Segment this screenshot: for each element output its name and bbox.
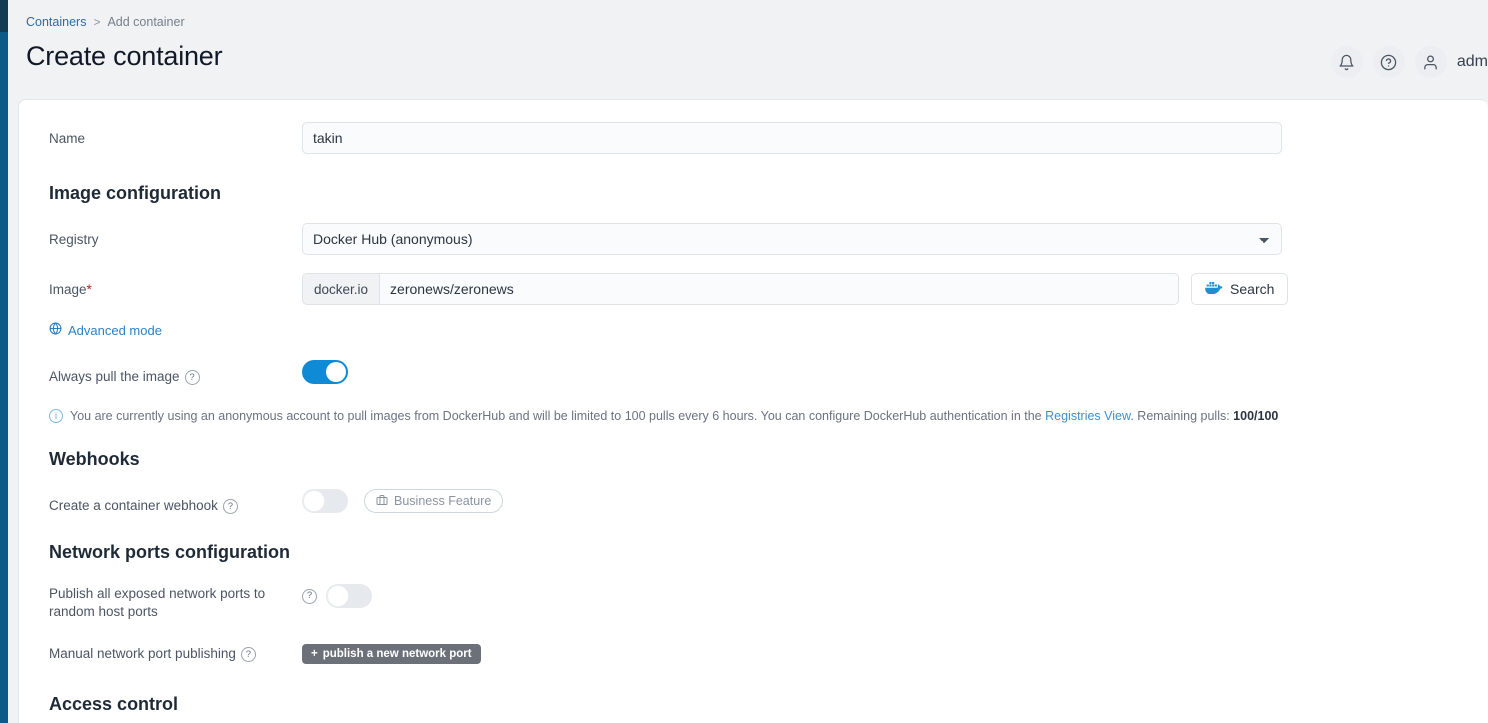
image-label-text: Image bbox=[49, 282, 87, 297]
create-webhook-help-icon[interactable]: ? bbox=[222, 498, 238, 514]
section-access-control: Access control bbox=[49, 694, 179, 714]
help-icon bbox=[1380, 54, 1397, 71]
field-row-publish-all: Publish all exposed network ports to ran… bbox=[19, 580, 1488, 621]
always-pull-help-icon[interactable]: ? bbox=[184, 369, 200, 385]
section-webhooks: Webhooks bbox=[49, 449, 140, 469]
content-card-wrapper: Name Image configuration Registry Docker… bbox=[8, 99, 1488, 723]
header-actions: adm bbox=[1330, 46, 1488, 78]
toggle-knob bbox=[326, 362, 346, 382]
docker-whale-icon bbox=[1205, 281, 1223, 297]
section-network-ports: Network ports configuration bbox=[49, 542, 291, 562]
publish-all-help-icon[interactable]: ? bbox=[302, 588, 317, 604]
breadcrumb: Containers > Add container bbox=[18, 14, 1488, 30]
briefcase-icon bbox=[376, 494, 388, 509]
notice-text: You are currently using an anonymous acc… bbox=[70, 408, 1278, 424]
info-icon: i bbox=[49, 409, 63, 423]
breadcrumb-containers[interactable]: Containers bbox=[26, 14, 86, 30]
create-webhook-toggle[interactable] bbox=[302, 489, 348, 513]
publish-all-toggle[interactable] bbox=[326, 584, 372, 608]
field-row-create-webhook: Create a container webhook? Business Fea… bbox=[19, 489, 1488, 515]
bell-icon bbox=[1338, 54, 1355, 71]
image-required-mark: * bbox=[86, 282, 92, 297]
toggle-knob bbox=[304, 491, 324, 511]
sidebar-rail-top bbox=[0, 0, 8, 32]
field-row-image: Image* docker.io zeronews/zeronews Searc… bbox=[19, 273, 1488, 305]
remaining-pulls-value: 100/100 bbox=[1233, 409, 1279, 423]
sidebar-rail bbox=[0, 0, 8, 723]
page-header: Containers > Add container Create contai… bbox=[8, 0, 1488, 99]
advanced-mode-row: Advanced mode bbox=[19, 322, 1488, 340]
advanced-mode-label: Advanced mode bbox=[68, 322, 162, 338]
name-label: Name bbox=[49, 131, 86, 146]
section-image-configuration: Image configuration bbox=[49, 183, 222, 203]
image-input[interactable] bbox=[379, 273, 1180, 305]
plus-icon: + bbox=[311, 648, 318, 660]
publish-new-network-port-label: publish a new network port bbox=[322, 648, 472, 660]
image-input-group: docker.io zeronews/zeronews Search bbox=[302, 273, 1488, 305]
notifications-button[interactable] bbox=[1330, 46, 1363, 78]
business-feature-badge[interactable]: Business Feature bbox=[364, 489, 504, 513]
main-column: Containers > Add container Create contai… bbox=[8, 0, 1488, 723]
registry-label: Registry bbox=[49, 232, 99, 247]
create-webhook-label: Create a container webhook? bbox=[49, 489, 302, 515]
advanced-mode-link[interactable]: Advanced mode bbox=[19, 322, 162, 338]
always-pull-label: Always pull the image? bbox=[49, 360, 302, 386]
user-menu-button[interactable] bbox=[1414, 46, 1447, 78]
create-container-form-card: Name Image configuration Registry Docker… bbox=[18, 99, 1488, 723]
always-pull-toggle[interactable] bbox=[302, 360, 348, 384]
user-icon bbox=[1422, 54, 1439, 71]
notice-text-after: . Remaining pulls: bbox=[1130, 409, 1234, 423]
manual-publishing-label: Manual network port publishing? bbox=[49, 643, 302, 663]
registries-view-link[interactable]: Registries View bbox=[1045, 409, 1130, 423]
breadcrumb-current: Add container bbox=[107, 15, 185, 29]
image-label: Image* bbox=[49, 273, 302, 299]
breadcrumb-separator: > bbox=[93, 15, 101, 29]
field-row-manual-publishing: Manual network port publishing? + publis… bbox=[19, 643, 1488, 664]
toggle-knob bbox=[328, 586, 348, 606]
name-input[interactable] bbox=[302, 122, 1282, 154]
search-image-button[interactable]: Search bbox=[1191, 273, 1289, 305]
search-button-label: Search bbox=[1230, 281, 1275, 297]
create-webhook-label-text: Create a container webhook bbox=[49, 498, 218, 513]
page-title: Create container bbox=[26, 41, 223, 71]
field-row-registry: Registry Docker Hub (anonymous) bbox=[19, 223, 1488, 255]
help-button[interactable] bbox=[1372, 46, 1405, 78]
app-root: Containers > Add container Create contai… bbox=[0, 0, 1488, 723]
field-row-name: Name bbox=[19, 122, 1488, 154]
field-row-always-pull: Always pull the image? bbox=[19, 360, 1488, 386]
image-registry-prefix: docker.io bbox=[302, 273, 380, 305]
username-label: adm bbox=[1456, 53, 1488, 70]
registry-select[interactable]: Docker Hub (anonymous) bbox=[302, 223, 1282, 255]
notice-text-before: You are currently using an anonymous acc… bbox=[70, 409, 1046, 423]
manual-publishing-help-icon[interactable]: ? bbox=[240, 646, 256, 662]
always-pull-label-text: Always pull the image bbox=[49, 369, 180, 384]
globe-icon bbox=[49, 322, 62, 338]
business-feature-label: Business Feature bbox=[394, 494, 492, 508]
dockerhub-rate-limit-notice: i You are currently using an anonymous a… bbox=[19, 408, 1488, 424]
publish-new-network-port-button[interactable]: + publish a new network port bbox=[302, 644, 481, 664]
publish-all-label: Publish all exposed network ports to ran… bbox=[49, 586, 266, 619]
manual-publishing-label-text: Manual network port publishing bbox=[49, 646, 236, 661]
